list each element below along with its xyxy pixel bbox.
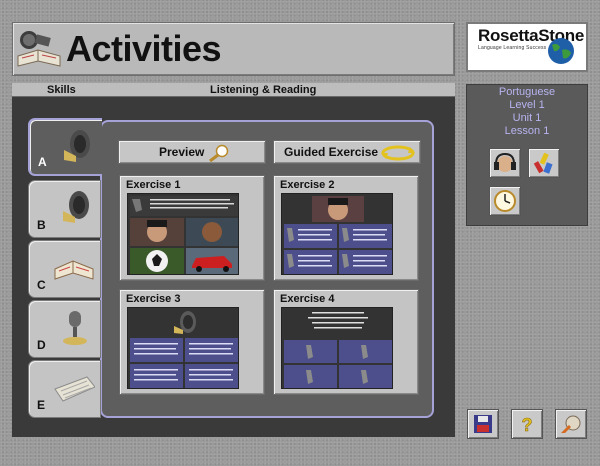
save-icon	[474, 415, 492, 433]
tab-b[interactable]: B	[28, 180, 101, 238]
page-title: Activities	[66, 28, 222, 69]
tab-e[interactable]: E	[28, 360, 101, 418]
logo-tagline: Language Learning Success	[478, 45, 547, 51]
tab-e-letter: E	[37, 398, 46, 412]
tools-icon	[533, 152, 553, 174]
tools-button[interactable]	[528, 148, 560, 178]
exit-icon	[561, 415, 581, 433]
course-lesson: Lesson 1	[504, 125, 550, 137]
svg-text:?: ?	[522, 415, 533, 435]
tab-d-letter: D	[37, 338, 46, 352]
magnifier-icon	[209, 144, 229, 162]
exercise-3-card[interactable]: Exercise 3	[119, 289, 265, 395]
tab-c[interactable]: C	[28, 240, 101, 298]
preview-button[interactable]: Preview	[118, 140, 266, 164]
arrows-icon	[381, 145, 415, 161]
tab-a-letter: A	[38, 155, 47, 169]
help-icon: ?	[521, 415, 533, 435]
skills-label: Skills	[47, 84, 76, 96]
exercise-3-preview	[127, 307, 239, 389]
clock-icon	[494, 190, 516, 212]
exercise-3-preview-art	[128, 308, 238, 388]
exercise-2-preview-art	[282, 194, 392, 274]
exercise-4-title: Exercise 4	[280, 293, 335, 305]
exercise-3-title: Exercise 3	[126, 293, 181, 305]
globe-icon	[548, 38, 574, 64]
mode-label: Listening & Reading	[210, 84, 317, 96]
guided-exercise-button[interactable]: Guided Exercise	[273, 140, 421, 164]
guided-exercise-label: Guided Exercise	[284, 145, 379, 159]
exercise-1-preview	[127, 193, 239, 275]
tab-d[interactable]: D	[28, 300, 101, 358]
exercise-1-title: Exercise 1	[126, 179, 181, 191]
course-info: Portuguese Level 1 Unit 1 Lesson 1	[466, 86, 588, 138]
headphones-button[interactable]	[489, 148, 521, 178]
tab-c-letter: C	[37, 278, 46, 292]
exercise-2-preview	[281, 193, 393, 275]
exercise-2-title: Exercise 2	[280, 179, 335, 191]
exercise-1-preview-art	[128, 194, 238, 274]
exercise-2-card[interactable]: Exercise 2	[273, 175, 419, 281]
tab-a[interactable]: A	[28, 118, 102, 176]
speaker-icon	[63, 191, 89, 223]
help-button[interactable]: ?	[511, 409, 543, 439]
course-unit: Unit 1	[512, 112, 542, 124]
speaker-icon	[64, 130, 90, 162]
save-button[interactable]	[467, 409, 499, 439]
headphones-icon	[494, 152, 516, 172]
course-language: Portuguese	[498, 86, 556, 98]
exercise-4-preview	[281, 307, 393, 389]
keyboard-icon	[54, 376, 95, 402]
book-icon	[54, 260, 94, 280]
clock-button[interactable]	[489, 186, 521, 216]
exercise-1-card[interactable]: Exercise 1	[119, 175, 265, 281]
exercise-4-card[interactable]: Exercise 4	[273, 289, 419, 395]
tab-b-letter: B	[37, 218, 46, 232]
course-level: Level 1	[509, 99, 545, 111]
listening-reading-icon	[17, 31, 61, 67]
exit-button[interactable]	[555, 409, 587, 439]
exercise-4-preview-art	[282, 308, 392, 388]
microphone-icon	[63, 311, 87, 345]
preview-label: Preview	[159, 145, 205, 159]
